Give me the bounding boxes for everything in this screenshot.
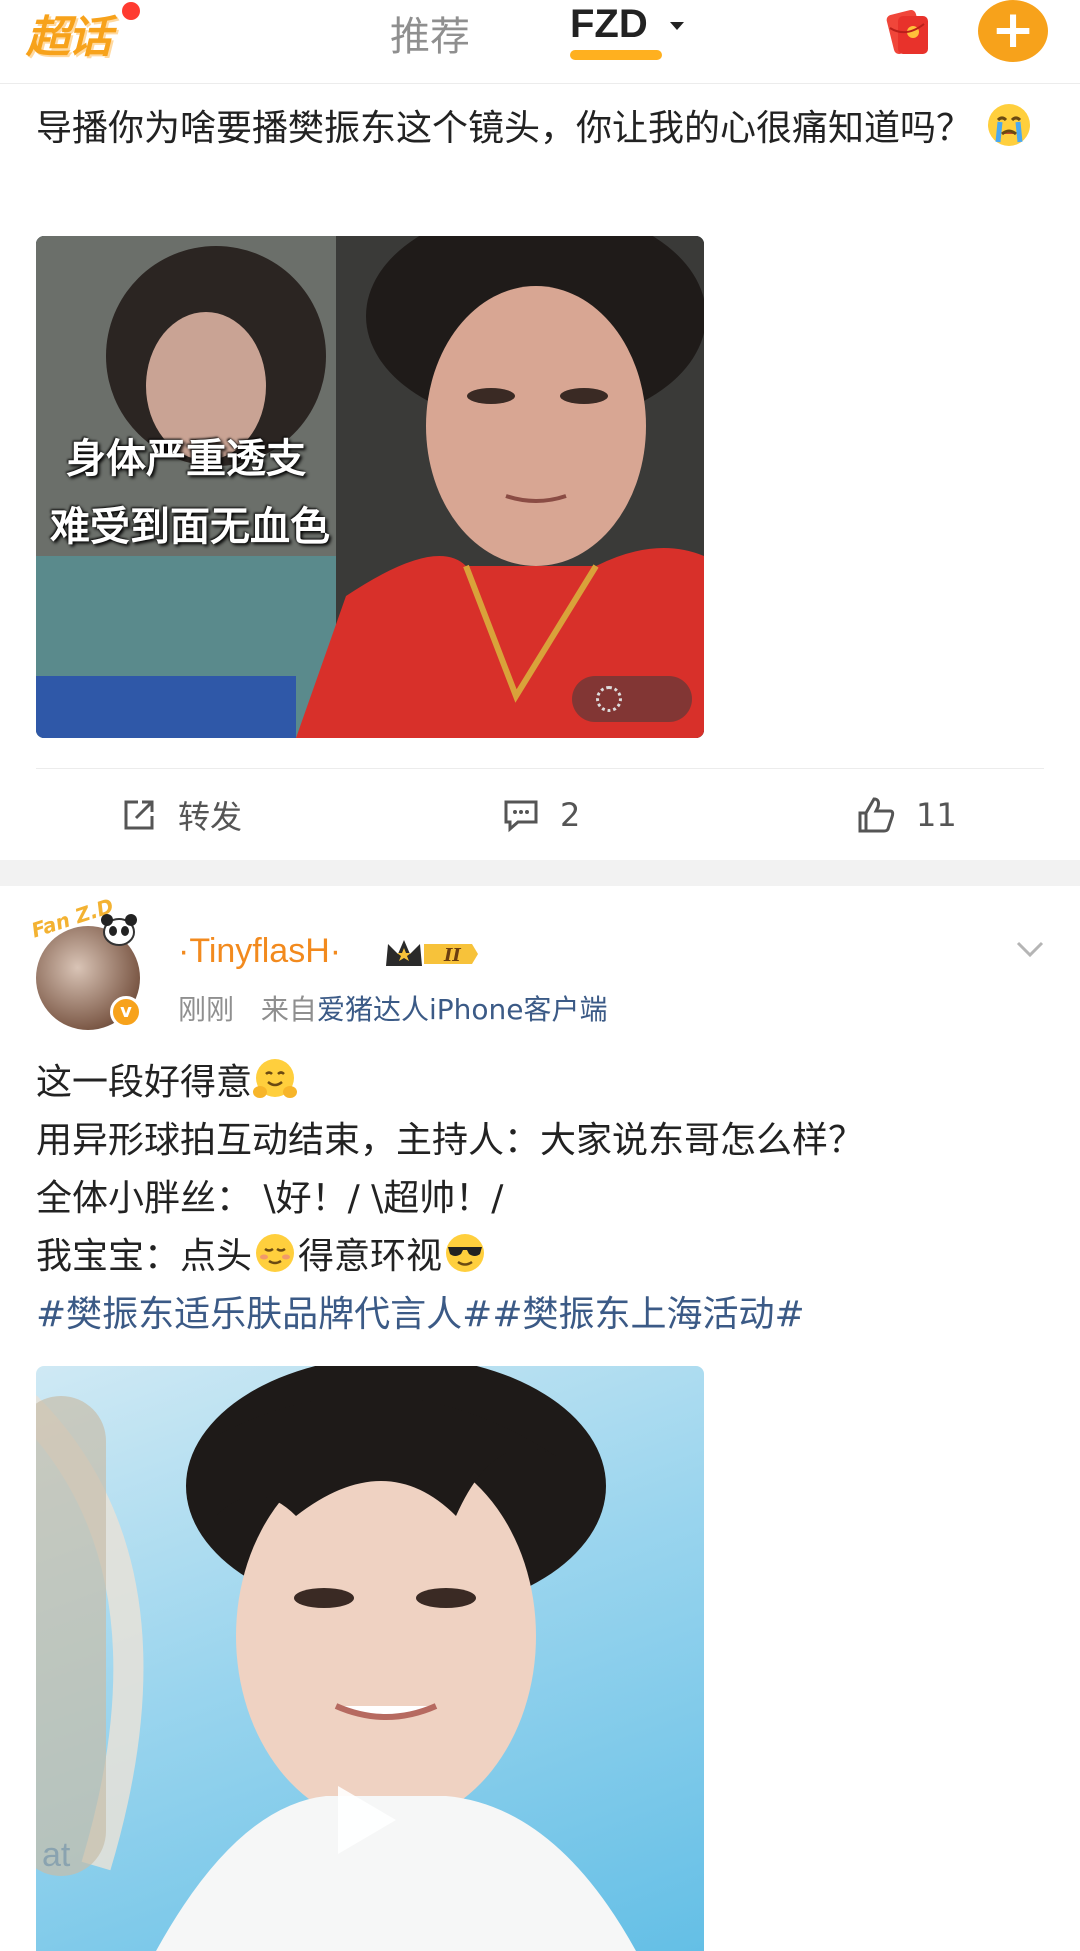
image-caption-line1: 身体严重透支	[66, 435, 306, 482]
post-line3: 全体小胖丝： \好！/ \超帅！/	[36, 1178, 504, 1219]
tab-recommend[interactable]: 推荐	[390, 4, 470, 62]
chevron-down-icon[interactable]	[670, 22, 684, 30]
comment-button[interactable]: 2	[502, 790, 580, 840]
post-text: 导播你为啥要播樊振东这个镜头，你让我的心很痛知道吗？	[36, 100, 1046, 158]
sunglasses-emoji-icon	[446, 1234, 485, 1272]
divider	[36, 768, 1044, 769]
post-line: 我宝宝：点头 得意环视	[36, 1228, 1046, 1286]
notification-dot	[122, 2, 140, 20]
like-button[interactable]: 11	[856, 790, 957, 840]
blushing-emoji-icon	[256, 1234, 295, 1272]
play-icon[interactable]	[338, 1786, 396, 1854]
loading-indicator	[572, 676, 692, 722]
comment-icon	[504, 800, 538, 833]
repost-button[interactable]: 转发	[120, 790, 242, 840]
like-count: 11	[916, 796, 957, 834]
post-text: 这一段好得意 用异形球拍互动结束，主持人：大家说东哥怎么样？ 全体小胖丝： \好…	[36, 1054, 1046, 1344]
post-line4b: 得意环视	[298, 1236, 443, 1277]
post-meta: 刚刚 来自爱猪达人iPhone客户端	[178, 988, 607, 1028]
post-image[interactable]: 身体严重透支 难受到面无血色	[36, 236, 704, 738]
chevron-down-icon[interactable]	[1016, 940, 1044, 958]
thumbs-up-icon	[858, 797, 895, 833]
image-caption-line2: 难受到面无血色	[50, 503, 330, 550]
hashtags[interactable]: #樊振东适乐肤品牌代言人##樊振东上海活动#	[36, 1286, 1046, 1344]
source-client[interactable]: 爱猪达人iPhone客户端	[317, 993, 608, 1026]
post-line4a: 我宝宝：点头	[36, 1236, 253, 1277]
post-line1: 这一段好得意	[36, 1062, 253, 1103]
active-tab-indicator	[570, 50, 662, 60]
username[interactable]: ·TinyflasH·	[178, 932, 341, 971]
crying-emoji-icon	[988, 104, 1031, 146]
video-scene: at	[36, 1366, 636, 1951]
post-line2: 用异形球拍互动结束，主持人：大家说东哥怎么样？	[36, 1120, 865, 1161]
hugging-emoji-icon	[253, 1059, 298, 1098]
verified-badge: v	[110, 996, 142, 1028]
tab-fzd[interactable]: FZD	[570, 2, 648, 47]
red-packet-icon[interactable]	[880, 6, 936, 56]
comment-count: 2	[560, 796, 581, 834]
svg-text:at: at	[42, 1836, 71, 1874]
photo-scene	[36, 236, 704, 738]
top-bar: 超话 推荐 FZD +	[0, 0, 1080, 84]
post-time: 刚刚	[178, 993, 235, 1026]
crown-level-icon: II	[386, 940, 478, 966]
add-button[interactable]: +	[978, 0, 1048, 62]
logo-text: 超话	[26, 12, 112, 63]
post-separator	[0, 860, 1080, 886]
chaohua-logo[interactable]: 超话	[26, 2, 140, 63]
post-line: 这一段好得意	[36, 1054, 1046, 1112]
panda-sticker-icon	[101, 914, 137, 946]
repost-icon	[124, 800, 154, 830]
repost-label: 转发	[178, 798, 243, 836]
video-thumbnail[interactable]: at	[36, 1366, 704, 1951]
post-body: 导播你为啥要播樊振东这个镜头，你让我的心很痛知道吗？	[36, 108, 973, 149]
source-prefix: 来自	[260, 993, 317, 1026]
level-badge-text: II	[443, 945, 461, 966]
loading-spinner-icon	[596, 686, 622, 712]
